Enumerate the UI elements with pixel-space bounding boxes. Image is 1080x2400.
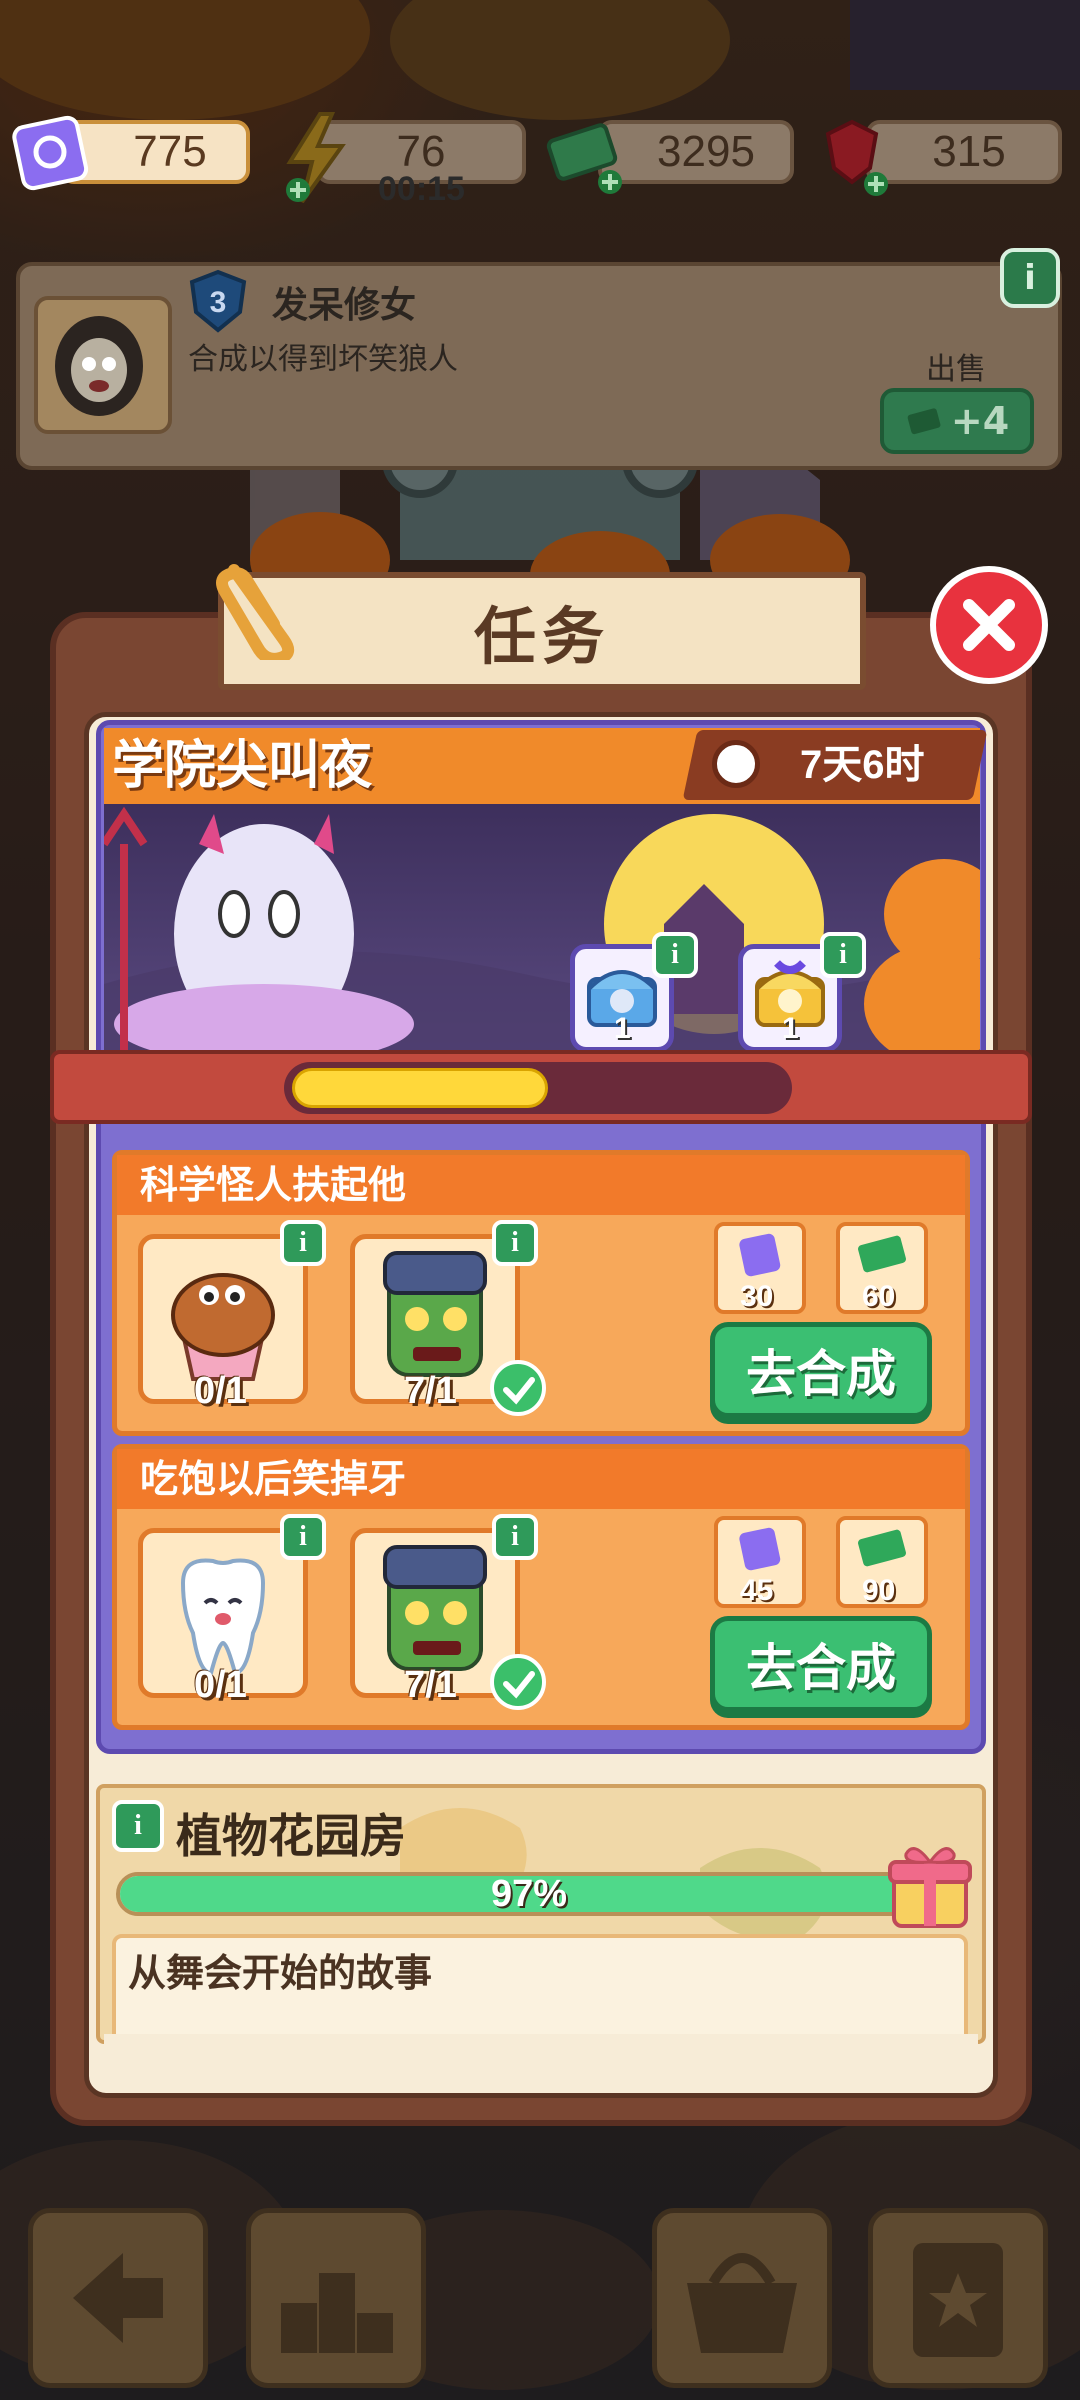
check-icon <box>490 1360 546 1416</box>
sell-label: 出售 <box>926 352 986 387</box>
nun-avatar <box>34 296 172 434</box>
task-item-count: 0/1 <box>194 1664 247 1706</box>
chest-blue-info-button[interactable]: i <box>652 932 698 978</box>
check-icon <box>490 1654 546 1710</box>
sell-value: +4 <box>950 399 1010 443</box>
leaderboard-button[interactable] <box>246 2208 426 2388</box>
energy-refill-timer: 00:15 <box>378 170 465 208</box>
event-title: 学院尖叫夜 <box>112 736 373 796</box>
reward-value: 30 <box>740 1280 774 1313</box>
item-info-button[interactable]: i <box>492 1514 538 1560</box>
sell-button[interactable]: +4 <box>880 388 1034 454</box>
reward-value: 90 <box>862 1574 896 1607</box>
garden-progress-label: 97% <box>490 1873 568 1915</box>
clipboard-star-icon <box>913 2243 1003 2357</box>
close-icon <box>963 599 1015 651</box>
go-merge-button[interactable]: 去合成 <box>710 1616 932 1712</box>
cash-value: 3295 <box>657 127 755 176</box>
clock-icon <box>712 740 760 788</box>
basket-icon <box>687 2253 797 2353</box>
lightning-icon <box>286 112 346 204</box>
task-item-count: 0/1 <box>194 1370 247 1412</box>
reward-value: 45 <box>740 1574 774 1607</box>
event-time-left: 7天6时 <box>800 743 925 787</box>
reward-value: 60 <box>862 1280 896 1313</box>
task-title: 科学怪人扶起他 <box>140 1163 407 1207</box>
svg-text:3: 3 <box>210 286 227 319</box>
back-button[interactable] <box>28 2208 208 2388</box>
paperclip-icon <box>216 564 295 660</box>
character-description: 合成以得到坏笑狼人 <box>188 342 458 377</box>
task-title: 吃饱以后笑掉牙 <box>140 1457 407 1501</box>
close-button[interactable] <box>930 566 1048 684</box>
task-item-count: 7/1 <box>404 1664 457 1706</box>
cash-icon <box>907 408 941 435</box>
garden-info-button[interactable]: i <box>112 1800 164 1852</box>
garden-title: 植物花园房 <box>176 1809 406 1863</box>
modal-title: 任务 <box>218 572 866 690</box>
scroll-clip <box>104 2034 978 2044</box>
modal-title-text: 任务 <box>473 600 610 673</box>
item-info-button[interactable]: i <box>280 1220 326 1266</box>
character-name: 发呆修女 <box>272 285 417 326</box>
item-info-button[interactable]: i <box>1000 248 1060 308</box>
go-merge-button[interactable]: 去合成 <box>710 1322 932 1418</box>
event-banner-art <box>104 804 980 1054</box>
event-progress-fill <box>292 1068 548 1108</box>
tasks-nav-button[interactable] <box>868 2208 1048 2388</box>
tickets-value: 775 <box>133 127 207 176</box>
podium-icon <box>281 2273 393 2353</box>
task-item-count: 7/1 <box>404 1370 457 1412</box>
level-shield-icon: 3 <box>189 269 247 333</box>
chest-gold-info-button[interactable]: i <box>820 932 866 978</box>
chest-gold-count: 1 <box>782 1012 799 1045</box>
cash-icon <box>858 1235 906 1273</box>
story-title: 从舞会开始的故事 <box>128 1951 433 1995</box>
shop-button[interactable] <box>652 2208 832 2388</box>
ticket-icon <box>739 1233 781 1277</box>
cash-icon <box>858 1529 906 1567</box>
ticket-icon <box>739 1527 781 1571</box>
item-info-button[interactable]: i <box>280 1514 326 1560</box>
chest-blue-count: 1 <box>614 1012 631 1045</box>
cash-icon <box>546 123 622 194</box>
gem-icon <box>825 119 888 196</box>
gift-icon[interactable] <box>884 1836 976 1932</box>
arrow-left-icon <box>73 2253 163 2343</box>
gems-value: 315 <box>932 127 1006 176</box>
item-info-button[interactable]: i <box>492 1220 538 1266</box>
ticket-icon <box>12 115 89 191</box>
